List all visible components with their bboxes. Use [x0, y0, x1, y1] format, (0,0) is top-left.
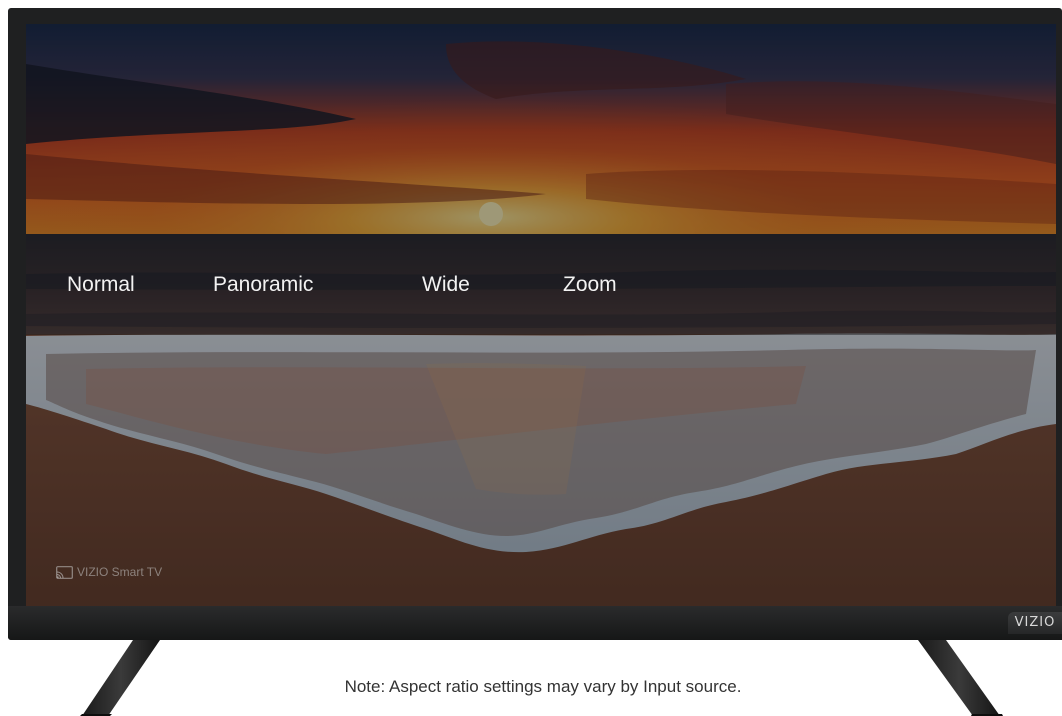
menu-item-normal[interactable]: Normal	[67, 234, 135, 335]
smart-tv-watermark: VIZIO Smart TV	[56, 563, 162, 581]
watermark-text: VIZIO Smart TV	[77, 565, 163, 579]
menu-item-panoramic[interactable]: Panoramic	[213, 234, 313, 335]
tv-screen: Normal Panoramic Wide Zoom VIZIO Smart T…	[26, 24, 1056, 606]
page: Normal Panoramic Wide Zoom VIZIO Smart T…	[0, 0, 1062, 716]
tv-bottom-bezel	[8, 606, 1062, 640]
menu-item-wide[interactable]: Wide	[422, 234, 470, 335]
cast-icon	[56, 565, 73, 579]
tv-brand-badge: VIZIO	[1008, 612, 1062, 634]
aspect-ratio-menu: Normal Panoramic Wide Zoom	[26, 234, 1056, 335]
menu-item-zoom[interactable]: Zoom	[563, 234, 617, 335]
aspect-ratio-note: Note: Aspect ratio settings may vary by …	[344, 677, 742, 696]
